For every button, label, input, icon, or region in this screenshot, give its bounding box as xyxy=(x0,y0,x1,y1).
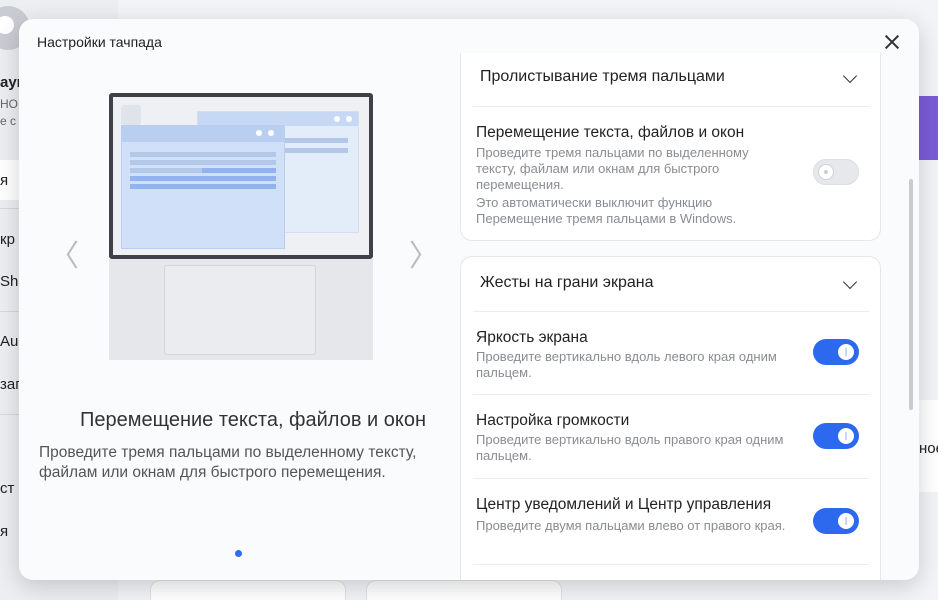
next-arrow-icon[interactable]: 〉 xyxy=(409,231,439,275)
screen-brightness-title: Яркость экрана xyxy=(476,329,588,346)
bg-sidebar-item-5[interactable]: ст xyxy=(0,480,14,497)
divider xyxy=(473,394,869,395)
gesture-illustration xyxy=(109,93,373,360)
bg-sidebar-item-2[interactable]: Sh xyxy=(0,273,18,290)
volume-control-description: Проведите вертикально вдоль правого края… xyxy=(476,432,784,463)
bg-wallpaper-thumbnail xyxy=(918,96,938,160)
volume-control-title: Настройка громкости xyxy=(476,412,630,429)
dialog-title: Настройки тачпада xyxy=(37,34,162,50)
bg-sidebar-item-1[interactable]: кр xyxy=(0,231,15,248)
three-finger-card: Пролистывание тремя пальцами Перемещение… xyxy=(460,53,881,241)
bg-right-label: ное xyxy=(919,440,938,457)
screen-brightness-toggle[interactable] xyxy=(813,339,859,365)
move-text-files-windows-toggle[interactable] xyxy=(813,159,859,185)
bg-sidebar-item-6[interactable]: я xyxy=(0,523,8,540)
chevron-down-icon[interactable] xyxy=(842,274,858,290)
laptop-base-illustration xyxy=(109,259,373,360)
laptop-screen-illustration xyxy=(109,93,373,259)
move-text-files-windows-title: Перемещение текста, файлов и окон xyxy=(476,124,745,141)
volume-control-toggle[interactable] xyxy=(813,423,859,449)
edge-gestures-card: Жесты на грани экрана Яркость экрана Про… xyxy=(460,256,881,580)
page-indicator-dot[interactable] xyxy=(235,550,242,557)
divider xyxy=(473,564,869,565)
bg-sidebar-selected-label: я xyxy=(0,172,9,189)
notification-center-title: Центр уведомлений и Центр управления xyxy=(476,496,772,513)
touchpad-illustration xyxy=(164,265,316,355)
foreground-window-illustration xyxy=(121,125,285,249)
edge-gestures-section-header[interactable]: Жесты на грани экрана xyxy=(480,274,653,292)
divider xyxy=(473,106,869,107)
notification-center-toggle[interactable] xyxy=(813,508,859,534)
bg-bottom-card xyxy=(150,580,346,600)
settings-scrollbar[interactable] xyxy=(909,179,913,410)
bg-bottom-card xyxy=(366,580,562,600)
three-finger-section-header[interactable]: Пролистывание тремя пальцами xyxy=(480,68,725,86)
divider xyxy=(473,311,869,312)
touchpad-settings-dialog: Настройки тачпада 〈 〉 Перемещение текста… xyxy=(19,19,919,580)
feature-description: Проведите тремя пальцами по выделенному … xyxy=(39,444,417,481)
chevron-down-icon[interactable] xyxy=(842,68,858,84)
divider xyxy=(473,478,869,479)
prev-arrow-icon[interactable]: 〈 xyxy=(49,231,79,275)
desktop-icon xyxy=(121,105,141,125)
move-text-files-windows-description: Проведите тремя пальцами по выделенному … xyxy=(476,145,749,192)
screen-brightness-description: Проведите вертикально вдоль левого края … xyxy=(476,349,777,380)
move-text-files-windows-note: Это автоматически выключит функцию Перем… xyxy=(476,195,737,226)
bg-account-sub2: е с xyxy=(0,114,17,128)
notification-center-description: Проведите двумя пальцами влево от правог… xyxy=(476,518,786,533)
feature-title: Перемещение текста, файлов и окон xyxy=(79,409,426,431)
close-icon[interactable] xyxy=(881,31,903,53)
